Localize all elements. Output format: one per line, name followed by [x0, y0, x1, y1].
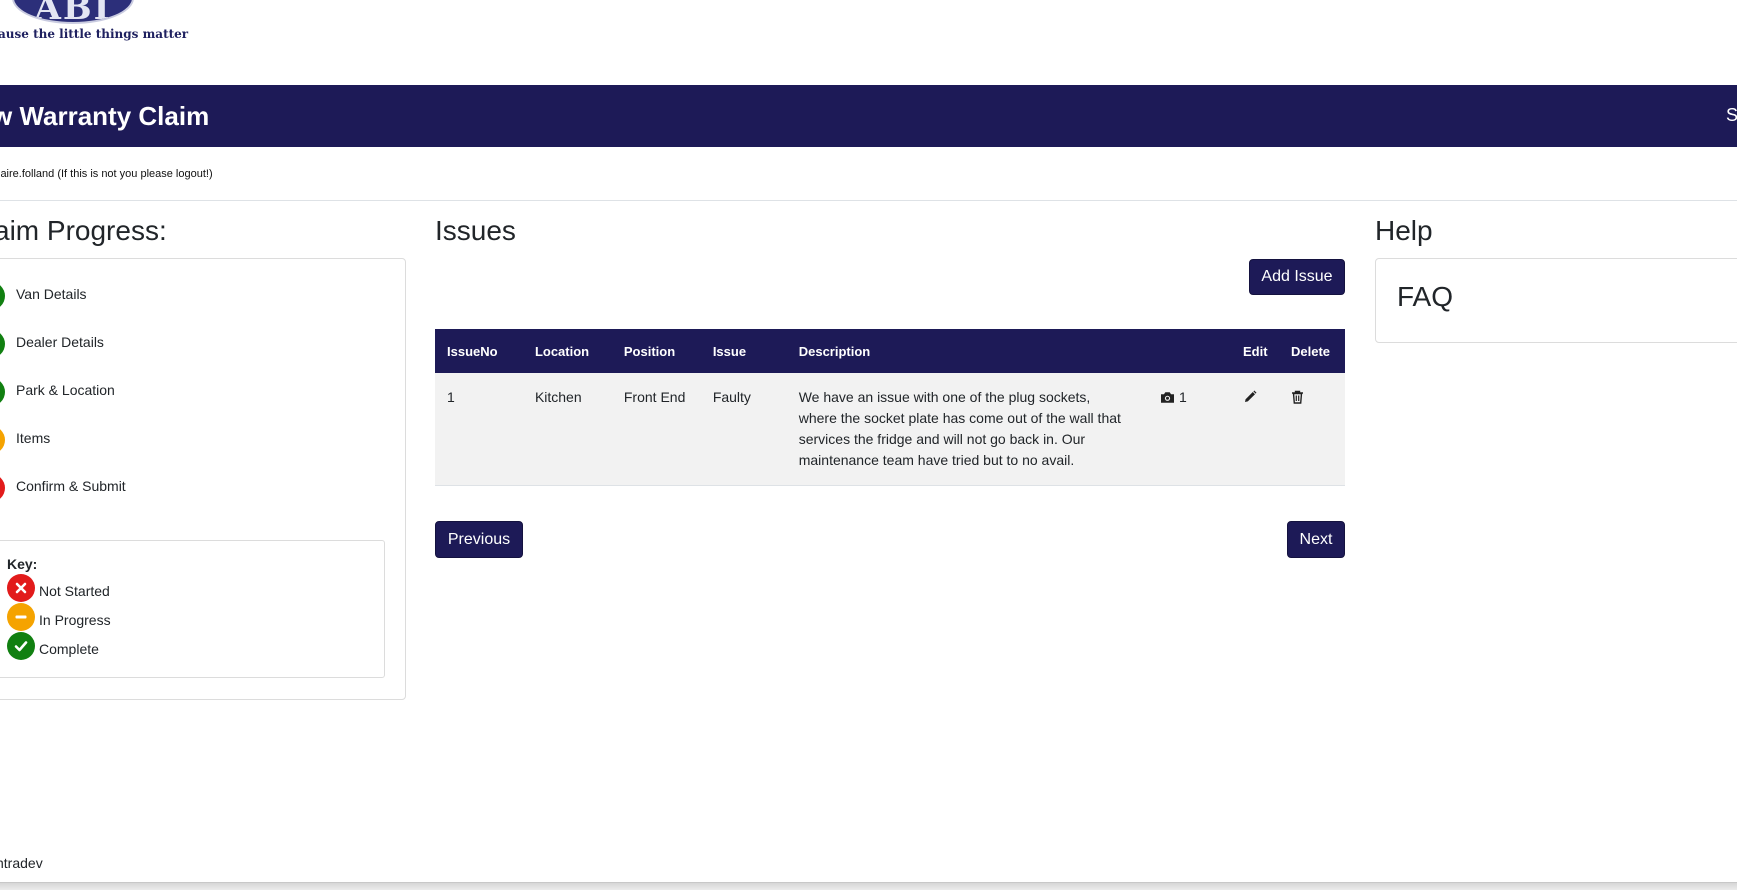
complete-icon — [0, 330, 5, 358]
key-label: Not Started — [39, 583, 110, 599]
not-started-icon — [7, 574, 35, 602]
col-issue: Issue — [700, 329, 787, 373]
issues-heading: Issues — [435, 215, 516, 246]
logged-in-notice: laire.folland (If this is not you please… — [0, 168, 213, 180]
key-complete: Complete — [7, 632, 99, 660]
key-label: In Progress — [39, 612, 111, 628]
page-title: w Warranty Claim — [0, 101, 210, 131]
complete-icon — [7, 632, 35, 660]
edit-pencil-icon[interactable] — [1243, 387, 1257, 408]
faq-title: FAQ — [1397, 281, 1454, 312]
camera-icon — [1160, 389, 1179, 405]
complete-icon — [0, 282, 5, 310]
in-progress-icon — [0, 426, 5, 454]
not-started-icon — [0, 474, 5, 502]
progress-step-label: Items — [16, 430, 51, 446]
table-header-row: IssueNo Location Position Issue Descript… — [435, 329, 1345, 373]
faq-panel[interactable]: FAQ — [1375, 258, 1737, 343]
help-heading: Help — [1375, 215, 1433, 246]
col-issue-no: IssueNo — [435, 329, 523, 373]
cell-photos[interactable]: 1 — [1148, 373, 1232, 486]
cell-issue: Faulty — [700, 373, 787, 486]
header-right-text[interactable]: S — [1726, 105, 1737, 126]
logo-text: ABI — [34, 0, 112, 24]
add-issue-button[interactable]: Add Issue — [1249, 259, 1345, 295]
status-key: Key: Not Started In Progress Complete — [0, 540, 385, 678]
table-row: 1 Kitchen Front End Faulty We have an is… — [435, 373, 1345, 486]
progress-step-label: Dealer Details — [16, 334, 104, 350]
issues-table: IssueNo Location Position Issue Descript… — [435, 329, 1345, 486]
key-not-started: Not Started — [7, 574, 110, 602]
divider — [0, 200, 1737, 201]
col-description: Description — [786, 329, 1149, 373]
col-delete: Delete — [1278, 329, 1345, 373]
footer-text: ntradev — [0, 855, 43, 871]
key-title: Key: — [7, 556, 38, 572]
progress-step-label: Confirm & Submit — [16, 478, 126, 494]
cell-location: Kitchen — [522, 373, 612, 486]
progress-step-label: Van Details — [16, 286, 87, 302]
key-in-progress: In Progress — [7, 603, 111, 631]
col-location: Location — [522, 329, 612, 373]
cell-edit — [1231, 373, 1279, 486]
claim-progress-heading: aim Progress: — [0, 215, 167, 246]
col-photos — [1148, 329, 1232, 373]
brand-tagline: ause the little things matter — [0, 27, 189, 41]
photo-count: 1 — [1179, 389, 1187, 405]
col-edit: Edit — [1231, 329, 1279, 373]
next-button[interactable]: Next — [1287, 521, 1345, 558]
key-label: Complete — [39, 641, 99, 657]
cell-position: Front End — [611, 373, 701, 486]
trash-icon[interactable] — [1291, 387, 1304, 408]
brand-logo[interactable]: ABI — [12, 0, 134, 24]
in-progress-icon — [7, 603, 35, 631]
cell-description: We have an issue with one of the plug so… — [786, 373, 1149, 486]
previous-button[interactable]: Previous — [435, 521, 523, 558]
page-header-bar: w Warranty Claim S — [0, 85, 1737, 147]
progress-step-label: Park & Location — [16, 382, 115, 398]
cell-issue-no: 1 — [435, 373, 523, 486]
col-position: Position — [611, 329, 701, 373]
cell-delete — [1278, 373, 1345, 486]
complete-icon — [0, 378, 5, 406]
